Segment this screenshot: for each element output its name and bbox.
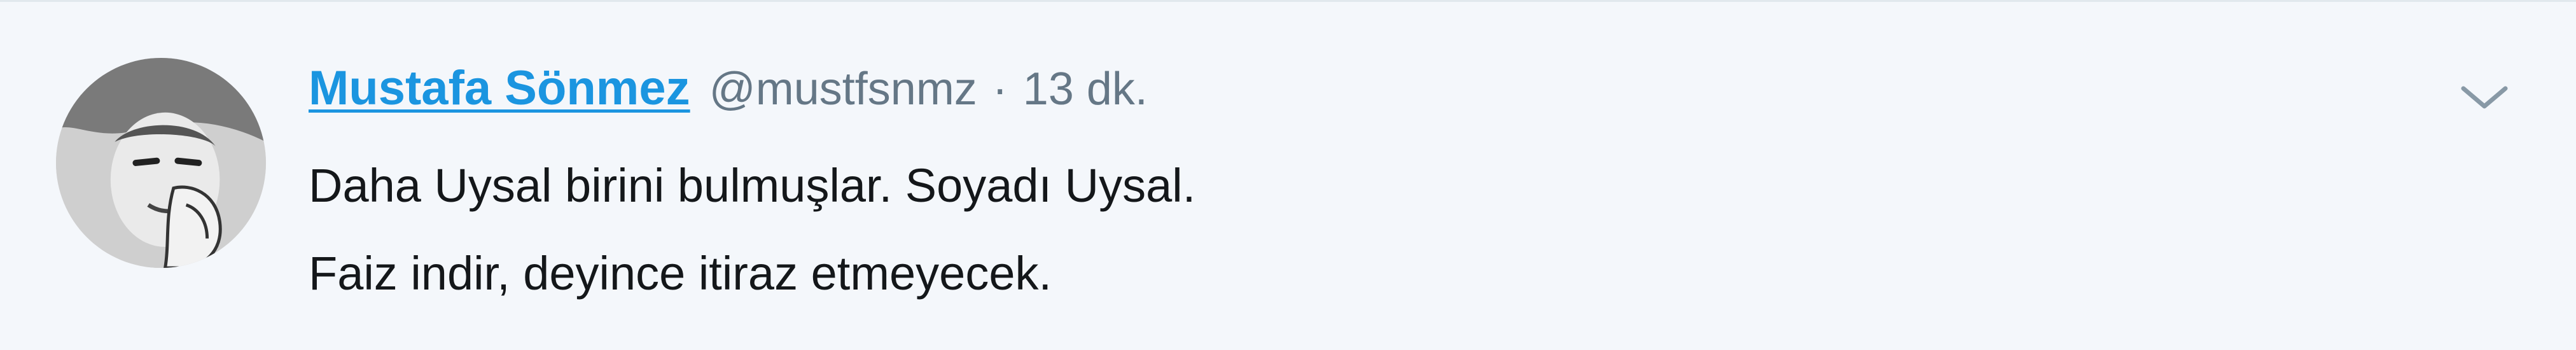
tweet-text: Daha Uysal birini bulmuşlar. Soyadı Uysa… — [309, 142, 1195, 318]
avatar[interactable] — [56, 58, 266, 268]
author-handle[interactable]: @mustfsnmz — [709, 63, 977, 115]
tweet-card[interactable]: Mustafa Sönmez @mustfsnmz · 13 dk. Daha … — [0, 0, 2576, 350]
tweet-timestamp[interactable]: 13 dk. — [1023, 63, 1148, 115]
author-display-name[interactable]: Mustafa Sönmez — [309, 60, 690, 116]
tweet-header: Mustafa Sönmez @mustfsnmz · 13 dk. — [309, 60, 1148, 124]
tweet-text-line: Faiz indir, deyince itiraz etmeyecek. — [309, 247, 1052, 300]
avatar-image — [56, 58, 266, 268]
tweet-text-line: Daha Uysal birini bulmuşlar. Soyadı Uysa… — [309, 159, 1196, 212]
chevron-down-icon[interactable] — [2456, 71, 2513, 122]
header-separator: · — [992, 64, 1008, 115]
